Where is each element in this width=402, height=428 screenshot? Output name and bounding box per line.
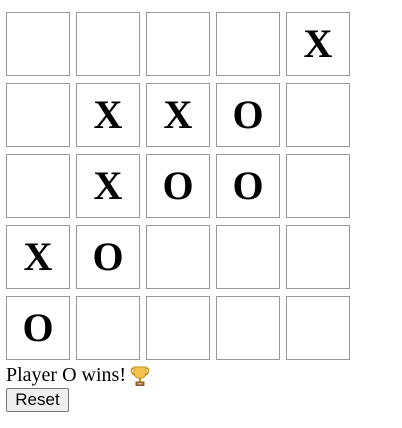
board-cell-r1c4[interactable] (216, 12, 280, 76)
board-cell-r3c3[interactable]: O (146, 154, 210, 218)
board-cell-r3c4[interactable]: O (216, 154, 280, 218)
board-cell-r3c1[interactable] (6, 154, 70, 218)
board-cell-r1c2[interactable] (76, 12, 140, 76)
board-cell-r3c5[interactable] (286, 154, 350, 218)
trophy-icon (130, 365, 150, 387)
board-cell-r1c1[interactable] (6, 12, 70, 76)
board-cell-r2c2[interactable]: X (76, 83, 140, 147)
board-cell-r4c1[interactable]: X (6, 225, 70, 289)
game-status: Player O wins! (6, 364, 150, 387)
board-cell-r2c1[interactable] (6, 83, 70, 147)
board-cell-r2c5[interactable] (286, 83, 350, 147)
reset-button[interactable]: Reset (6, 388, 69, 412)
board-cell-r2c3[interactable]: X (146, 83, 210, 147)
game-board: X X X O X O O X O O (6, 12, 350, 360)
board-cell-r5c2[interactable] (76, 296, 140, 360)
status-text: Player O wins! (6, 364, 126, 386)
board-cell-r4c3[interactable] (146, 225, 210, 289)
board-cell-r5c5[interactable] (286, 296, 350, 360)
board-cell-r4c5[interactable] (286, 225, 350, 289)
board-cell-r3c2[interactable]: X (76, 154, 140, 218)
board-cell-r5c1[interactable]: O (6, 296, 70, 360)
board-cell-r2c4[interactable]: O (216, 83, 280, 147)
board-cell-r5c3[interactable] (146, 296, 210, 360)
board-cell-r1c3[interactable] (146, 12, 210, 76)
board-cell-r4c2[interactable]: O (76, 225, 140, 289)
board-cell-r1c5[interactable]: X (286, 12, 350, 76)
board-cell-r4c4[interactable] (216, 225, 280, 289)
board-cell-r5c4[interactable] (216, 296, 280, 360)
